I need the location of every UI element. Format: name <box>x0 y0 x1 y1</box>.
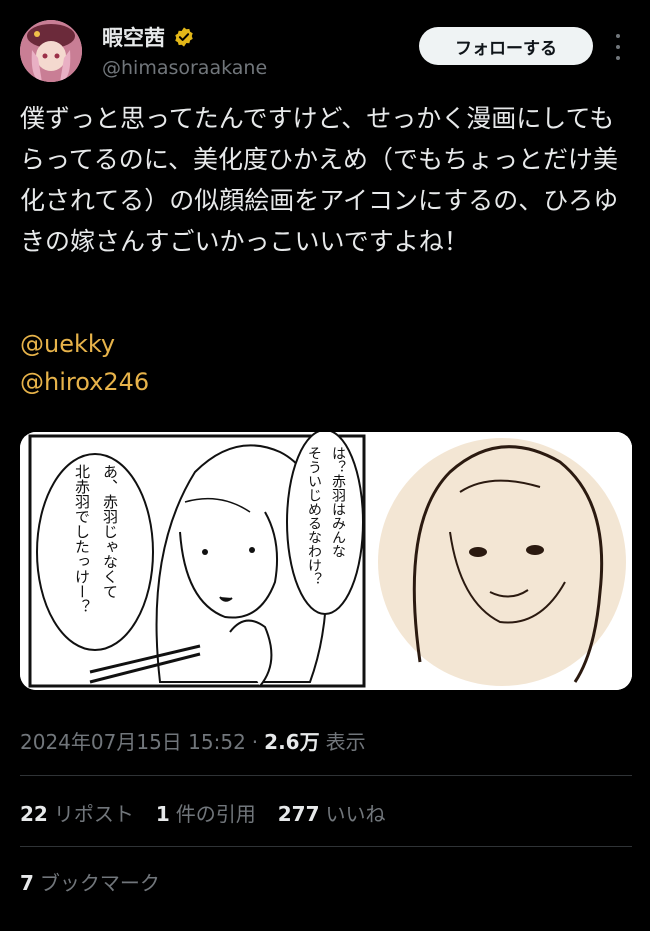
likes-stat[interactable]: 277 いいね <box>278 798 386 827</box>
timestamp[interactable]: 2024年07月15日 15:52 <box>20 726 246 755</box>
tweet-media-image[interactable]: あ、赤羽じゃなくて 北赤羽でしたっけー？ は？赤羽はみんな そういじめるなわけ？ <box>20 432 632 690</box>
mention-link-uekky[interactable]: @uekky <box>20 330 115 358</box>
avatar[interactable] <box>20 20 82 82</box>
speech-bubble-left-line-1: あ、赤羽じゃなくて <box>101 464 119 599</box>
more-options-icon[interactable] <box>612 34 624 60</box>
tweet-meta: 2024年07月15日 15:52 · 2.6万 表示 <box>20 726 366 755</box>
reposts-label: リポスト <box>53 802 134 826</box>
author-name-row: 暇空茜 <box>102 22 195 52</box>
quotes-stat[interactable]: 1 件の引用 <box>156 798 256 827</box>
follow-button[interactable]: フォローする <box>419 27 593 65</box>
reposts-count: 22 <box>20 802 48 826</box>
user-handle[interactable]: @himasoraakane <box>102 57 267 79</box>
bookmarks-count: 7 <box>20 871 34 895</box>
divider <box>20 846 632 847</box>
mention-link-hirox246[interactable]: @hirox246 <box>20 368 149 396</box>
quotes-count: 1 <box>155 802 170 826</box>
speech-bubble-left-line-2: 北赤羽でしたっけー？ <box>73 464 91 614</box>
views-count: 2.6万 <box>264 730 320 754</box>
reposts-stat[interactable]: 22 リポスト <box>20 798 134 827</box>
tweet-text: 僕ずっと思ってたんですけど、せっかく漫画にしてもらってるのに、美化度ひかえめ（で… <box>20 104 619 256</box>
engagement-stats: 22 リポスト 1 件の引用 277 いいね <box>20 798 386 827</box>
meta-separator: · <box>251 730 259 754</box>
avatar-image <box>20 20 82 82</box>
speech-bubble-right-line-2: そういじめるなわけ？ <box>306 446 322 586</box>
bookmarks-stat[interactable]: 7 ブックマーク <box>20 867 160 896</box>
bookmarks-label: ブックマーク <box>39 871 160 895</box>
speech-bubble-right-line-1: は？赤羽はみんな <box>330 446 346 558</box>
manga-illustration: あ、赤羽じゃなくて 北赤羽でしたっけー？ は？赤羽はみんな そういじめるなわけ？ <box>20 432 632 690</box>
verified-badge-icon <box>175 27 193 47</box>
divider <box>20 775 632 776</box>
quotes-label: 件の引用 <box>175 802 256 826</box>
likes-count: 277 <box>277 802 320 826</box>
display-name[interactable]: 暇空茜 <box>102 22 165 52</box>
views-label: 表示 <box>325 730 366 754</box>
likes-label: いいね <box>325 802 386 826</box>
